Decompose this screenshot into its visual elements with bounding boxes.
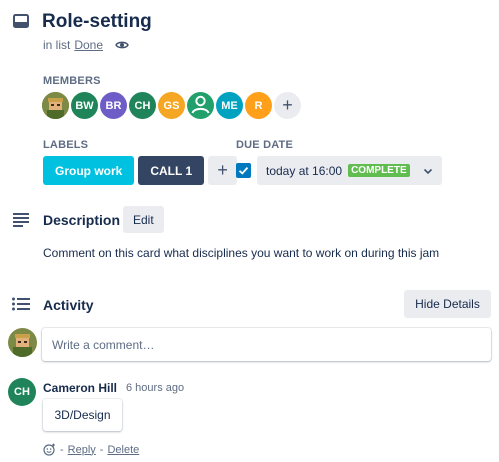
comment-actions: - Reply - Delete: [43, 443, 139, 456]
chevron-down-icon: [422, 165, 434, 177]
member-avatar-image[interactable]: [42, 92, 69, 119]
due-date-text: today at 16:00: [266, 163, 343, 178]
member-avatar-me[interactable]: ME: [216, 92, 243, 119]
person-icon: [187, 91, 214, 121]
member-avatar-bw[interactable]: BW: [71, 92, 98, 119]
due-date-button[interactable]: today at 16:00 COMPLETE: [257, 156, 442, 185]
labels-list: Group work CALL 1 +: [43, 156, 238, 185]
activity-heading: Activity: [43, 297, 94, 313]
current-user-avatar[interactable]: [8, 328, 37, 357]
description-heading: Description: [43, 212, 121, 228]
edit-description-button[interactable]: Edit: [123, 206, 164, 233]
member-avatar-br[interactable]: BR: [100, 92, 127, 119]
eye-icon[interactable]: [115, 38, 129, 52]
description-icon: [12, 211, 30, 227]
members-label: MEMBERS: [43, 75, 101, 87]
complete-badge: COMPLETE: [348, 164, 410, 177]
member-avatar-r[interactable]: R: [245, 92, 272, 119]
hide-details-button[interactable]: Hide Details: [404, 290, 491, 318]
due-date-label: DUE DATE: [236, 139, 294, 151]
comment-input[interactable]: Write a comment…: [42, 328, 491, 361]
comment-author-avatar[interactable]: CH: [8, 378, 36, 406]
description-text[interactable]: Comment on this card what disciplines yo…: [43, 246, 439, 260]
in-list-info: in list Done: [43, 38, 129, 52]
member-avatar-gs[interactable]: GS: [158, 92, 185, 119]
separator: -: [99, 443, 104, 456]
delete-link[interactable]: Delete: [107, 444, 139, 456]
list-link[interactable]: Done: [74, 38, 103, 52]
comment-time[interactable]: 6 hours ago: [126, 382, 184, 394]
members-list: BW BR CH GS ME R +: [42, 92, 301, 119]
comment-text: 3D/Design: [43, 399, 122, 431]
add-reaction-icon[interactable]: [43, 443, 56, 456]
label-call-1[interactable]: CALL 1: [138, 156, 205, 185]
member-avatar-ch[interactable]: CH: [129, 92, 156, 119]
add-label-button[interactable]: +: [208, 156, 238, 185]
label-group-work[interactable]: Group work: [43, 156, 135, 185]
member-avatar-person[interactable]: [187, 92, 214, 119]
add-member-button[interactable]: +: [274, 92, 301, 119]
check-icon: [238, 166, 249, 175]
in-list-prefix: in list: [43, 38, 71, 52]
card-title[interactable]: Role-setting: [42, 11, 152, 33]
reply-link[interactable]: Reply: [68, 444, 96, 456]
comment-author[interactable]: Cameron Hill: [43, 381, 117, 395]
separator: -: [60, 443, 64, 456]
due-complete-checkbox[interactable]: [236, 163, 251, 178]
card-icon: [12, 12, 30, 30]
due-date-row: today at 16:00 COMPLETE: [236, 156, 442, 185]
labels-label: LABELS: [43, 139, 89, 151]
activity-icon: [11, 296, 31, 312]
